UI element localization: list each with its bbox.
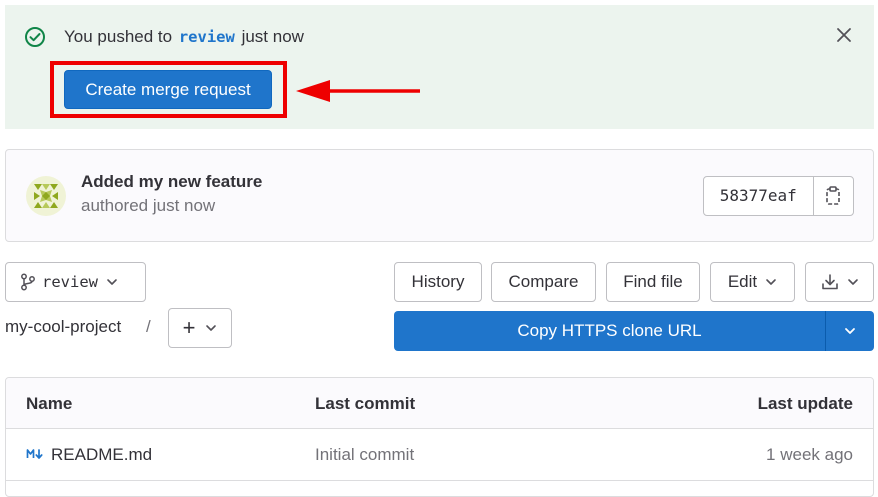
avatar[interactable] [26, 176, 66, 216]
find-file-button[interactable]: Find file [606, 262, 700, 302]
commit-sha[interactable]: 58377eaf [704, 177, 814, 215]
red-arrow-annotation [296, 80, 420, 102]
column-header-last-update: Last update [757, 394, 853, 413]
commit-author-time: authored just now [81, 196, 216, 215]
add-to-tree-dropdown[interactable]: + [168, 308, 232, 348]
markdown-icon [26, 449, 43, 459]
close-icon[interactable] [834, 25, 854, 45]
push-alert-suffix: just now [241, 27, 304, 46]
table-header: Name Last commit Last update [6, 378, 873, 429]
commit-sha-group: 58377eaf [703, 176, 854, 216]
download-dropdown-button[interactable] [805, 262, 874, 302]
chevron-down-icon [847, 279, 858, 285]
file-last-update: 1 week ago [766, 445, 853, 464]
edit-dropdown-button[interactable]: Edit [710, 262, 795, 302]
commit-title[interactable]: Added my new feature [81, 172, 262, 192]
copy-https-clone-url-button[interactable]: Copy HTTPS clone URL [394, 311, 826, 351]
breadcrumb-separator: / [146, 317, 151, 336]
chevron-down-icon [845, 328, 855, 334]
compare-button[interactable]: Compare [491, 262, 596, 302]
clone-options-dropdown[interactable] [826, 311, 874, 351]
chevron-down-icon [766, 279, 776, 285]
push-alert-prefix: You pushed to [64, 27, 173, 46]
check-circle-icon [25, 27, 45, 47]
copy-sha-button[interactable] [814, 177, 853, 215]
branch-selector[interactable]: review [5, 262, 146, 302]
download-icon [821, 274, 838, 290]
history-button[interactable]: History [394, 262, 482, 302]
create-merge-request-button[interactable]: Create merge request [64, 70, 272, 109]
plus-icon: + [182, 315, 196, 340]
chevron-down-icon [206, 325, 217, 331]
breadcrumb-project-link[interactable]: my-cool-project [5, 317, 121, 337]
file-last-commit-link[interactable]: Initial commit [315, 445, 414, 465]
last-commit-card: Added my new feature authored just now 5… [5, 149, 874, 242]
copy-icon [826, 186, 841, 205]
table-row[interactable]: README.md Initial commit 1 week ago [6, 429, 873, 481]
edit-button-label: Edit [727, 272, 758, 291]
pushed-branch-name: review [178, 28, 235, 46]
column-header-last-commit: Last commit [315, 394, 416, 413]
clone-button-group: Copy HTTPS clone URL [394, 311, 874, 351]
branch-icon [21, 273, 35, 291]
chevron-down-icon [107, 279, 117, 285]
file-tree-table: Name Last commit Last update README.md I… [5, 377, 874, 497]
push-alert-message: You pushed to review just now [64, 27, 304, 47]
column-header-name: Name [26, 394, 73, 413]
branch-selector-label: review [42, 273, 98, 291]
file-name-link[interactable]: README.md [51, 445, 152, 465]
